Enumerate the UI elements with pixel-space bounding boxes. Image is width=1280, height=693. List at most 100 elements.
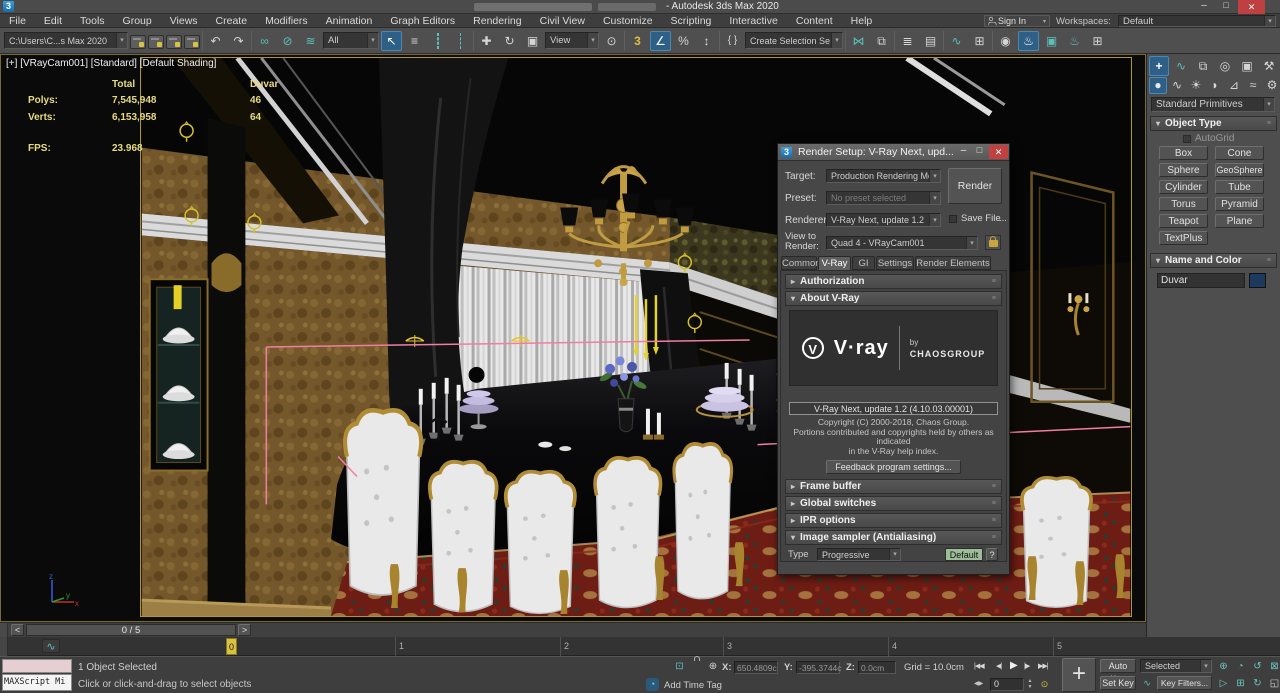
roll-camera-icon[interactable]: ↻ <box>1250 677 1265 691</box>
viewport-menu-shading[interactable]: [Default Shading] <box>140 58 217 69</box>
scene-chair[interactable] <box>345 410 421 595</box>
align-icon[interactable]: ⧉ <box>871 31 892 51</box>
menu-interactive[interactable]: Interactive <box>720 14 786 28</box>
play-animation-icon[interactable]: ▶ <box>1010 660 1018 671</box>
dialog-minimize-button[interactable]: – <box>956 145 971 158</box>
select-scale-icon[interactable]: ▣ <box>522 31 543 51</box>
authorization-rollout[interactable]: ▸ Authorization ≡ <box>785 274 1002 289</box>
scene-display-cabinet[interactable] <box>150 279 208 470</box>
tab-settings[interactable]: Settings <box>876 256 914 270</box>
absolute-mode-icon[interactable]: ⊕ <box>706 660 720 674</box>
frame-buffer-rollout[interactable]: ▸ Frame buffer ≡ <box>785 479 1002 494</box>
feedback-settings-button[interactable]: Feedback program settings... <box>826 460 961 474</box>
maxscript-mini-listener[interactable]: MAXScript Mi <box>2 674 72 691</box>
create-teapot-button[interactable]: Teapot <box>1159 214 1208 228</box>
minimize-button[interactable]: – <box>1194 0 1214 13</box>
material-editor-icon[interactable]: ◉ <box>995 31 1016 51</box>
viewport-menu-pov[interactable]: [VRayCam001] <box>20 58 88 69</box>
maximize-viewport-icon[interactable]: ◱ <box>1267 677 1280 691</box>
create-sphere-button[interactable]: Sphere <box>1159 163 1208 177</box>
timeline-playhead[interactable]: 0 <box>226 638 237 655</box>
set-keys-button[interactable]: + <box>1062 658 1096 692</box>
track-bar[interactable]: ∿ 0 1 2 3 4 5 <box>0 637 1280 656</box>
category-cameras-icon[interactable]: ◗ <box>1206 77 1224 94</box>
primitive-category-dropdown[interactable]: Standard Primitives ▾ <box>1151 97 1275 112</box>
maximize-button[interactable]: □ <box>1216 0 1236 13</box>
tab-vray[interactable]: V-Ray <box>818 256 851 270</box>
tab-display-icon[interactable]: ▣ <box>1237 56 1257 76</box>
layer-explorer-icon[interactable]: ≣ <box>897 31 918 51</box>
rendered-frame-window-icon[interactable]: ▣ <box>1041 31 1062 51</box>
menu-edit[interactable]: Edit <box>35 14 71 28</box>
spinner-snap-icon[interactable]: ↕ <box>696 31 717 51</box>
menu-scripting[interactable]: Scripting <box>662 14 721 28</box>
preset-dropdown[interactable]: No preset selected ▾ <box>826 191 941 205</box>
menu-tools[interactable]: Tools <box>71 14 114 28</box>
ipr-options-rollout[interactable]: ▸ IPR options ≡ <box>785 513 1002 528</box>
selection-region-icon[interactable] <box>427 31 448 51</box>
sign-in-button[interactable]: Sign In ▾ <box>984 15 1050 27</box>
select-rotate-icon[interactable]: ↻ <box>499 31 520 51</box>
ribbon-toggle-icon[interactable]: ▤ <box>920 31 941 51</box>
object-type-rollout[interactable]: ▾ Object Type ≡ <box>1150 116 1277 131</box>
current-frame-field[interactable]: 0 <box>990 678 1024 691</box>
create-plane-button[interactable]: Plane <box>1215 214 1264 228</box>
maxscript-mini-listener-pink[interactable] <box>2 659 72 673</box>
previous-frame-icon[interactable]: ◀| <box>996 662 1001 670</box>
key-filters-button[interactable]: Key Filters... <box>1157 676 1212 690</box>
select-link-icon[interactable]: ∞ <box>254 31 275 51</box>
menu-content[interactable]: Content <box>787 14 842 28</box>
tab-common[interactable]: Common <box>781 256 817 270</box>
frame-nudge-icon[interactable]: ◀▶ <box>974 680 983 687</box>
window-crossing-icon[interactable] <box>450 31 471 51</box>
truck-camera-icon[interactable]: ▷ <box>1216 677 1231 691</box>
dialog-title-bar[interactable]: 3 Render Setup: V-Ray Next, upd... – □ ✕ <box>778 144 1009 161</box>
menu-views[interactable]: Views <box>161 14 207 28</box>
isolate-selection-icon[interactable]: ⊡ <box>672 660 687 674</box>
go-to-end-icon[interactable]: ▶▶| <box>1038 662 1048 670</box>
about-vray-rollout[interactable]: ▾ About V-Ray ≡ <box>785 291 1002 306</box>
selection-filter-dropdown[interactable]: All ▾ <box>323 32 379 49</box>
key-selection-dropdown[interactable]: Selected ▾ <box>1140 659 1212 673</box>
frame-spinner[interactable]: ▲▼ <box>1026 678 1034 691</box>
add-time-tag[interactable]: Add Time Tag <box>664 680 722 691</box>
new-scene-icon[interactable] <box>148 35 164 49</box>
import-scene-icon[interactable] <box>130 35 146 49</box>
renderer-dropdown[interactable]: V-Ray Next, update 1.2 ▾ <box>826 213 941 227</box>
go-to-start-icon[interactable]: |◀◀ <box>974 662 984 670</box>
menu-customize[interactable]: Customize <box>594 14 662 28</box>
sampler-default-button[interactable]: Default <box>945 548 983 561</box>
dialog-maximize-button[interactable]: □ <box>972 145 987 158</box>
create-geosphere-button[interactable]: GeoSphere <box>1215 163 1264 177</box>
tab-render-elements[interactable]: Render Elements <box>915 256 991 270</box>
next-frame-icon[interactable]: |▶ <box>1024 662 1029 670</box>
auto-key-button[interactable]: Auto Key <box>1100 659 1136 673</box>
menu-help[interactable]: Help <box>842 14 882 28</box>
tab-hierarchy-icon[interactable]: ⧉ <box>1193 56 1213 76</box>
scene-chair[interactable] <box>595 458 660 608</box>
tab-modify-icon[interactable]: ∿ <box>1171 56 1191 76</box>
save-file-checkbox[interactable] <box>949 215 957 223</box>
x-coordinate-field[interactable]: 650.4809c <box>734 661 778 674</box>
menu-graph-editors[interactable]: Graph Editors <box>381 14 464 28</box>
time-slider-next-button[interactable]: > <box>238 624 251 636</box>
percent-snap-icon[interactable]: % <box>673 31 694 51</box>
select-by-name-icon[interactable]: ≡ <box>404 31 425 51</box>
menu-modifiers[interactable]: Modifiers <box>256 14 317 28</box>
field-of-view-icon[interactable]: ◔ <box>1233 660 1248 674</box>
category-spacewarps-icon[interactable]: ≈ <box>1244 77 1262 94</box>
viewport-menu-general[interactable]: [+] <box>6 58 17 69</box>
create-tube-button[interactable]: Tube <box>1215 180 1264 194</box>
autogrid-checkbox[interactable] <box>1183 135 1191 143</box>
name-color-rollout[interactable]: ▾ Name and Color ≡ <box>1150 253 1277 268</box>
zoom-all-icon[interactable]: ⊞ <box>1233 677 1248 691</box>
create-textplus-button[interactable]: TextPlus <box>1159 231 1208 245</box>
zoom-region-icon[interactable]: ⊠ <box>1267 660 1280 674</box>
y-coordinate-field[interactable]: -395.3744c <box>796 661 840 674</box>
default-tangents-icon[interactable]: ∿ <box>1140 676 1154 690</box>
curve-editor-icon[interactable]: ∿ <box>946 31 967 51</box>
sampler-help-button[interactable]: ? <box>986 548 998 561</box>
workspaces-dropdown[interactable]: Default ▾ <box>1118 15 1276 27</box>
create-cylinder-button[interactable]: Cylinder <box>1159 180 1208 194</box>
viewport-menu-perview[interactable]: [Standard] <box>91 58 137 69</box>
